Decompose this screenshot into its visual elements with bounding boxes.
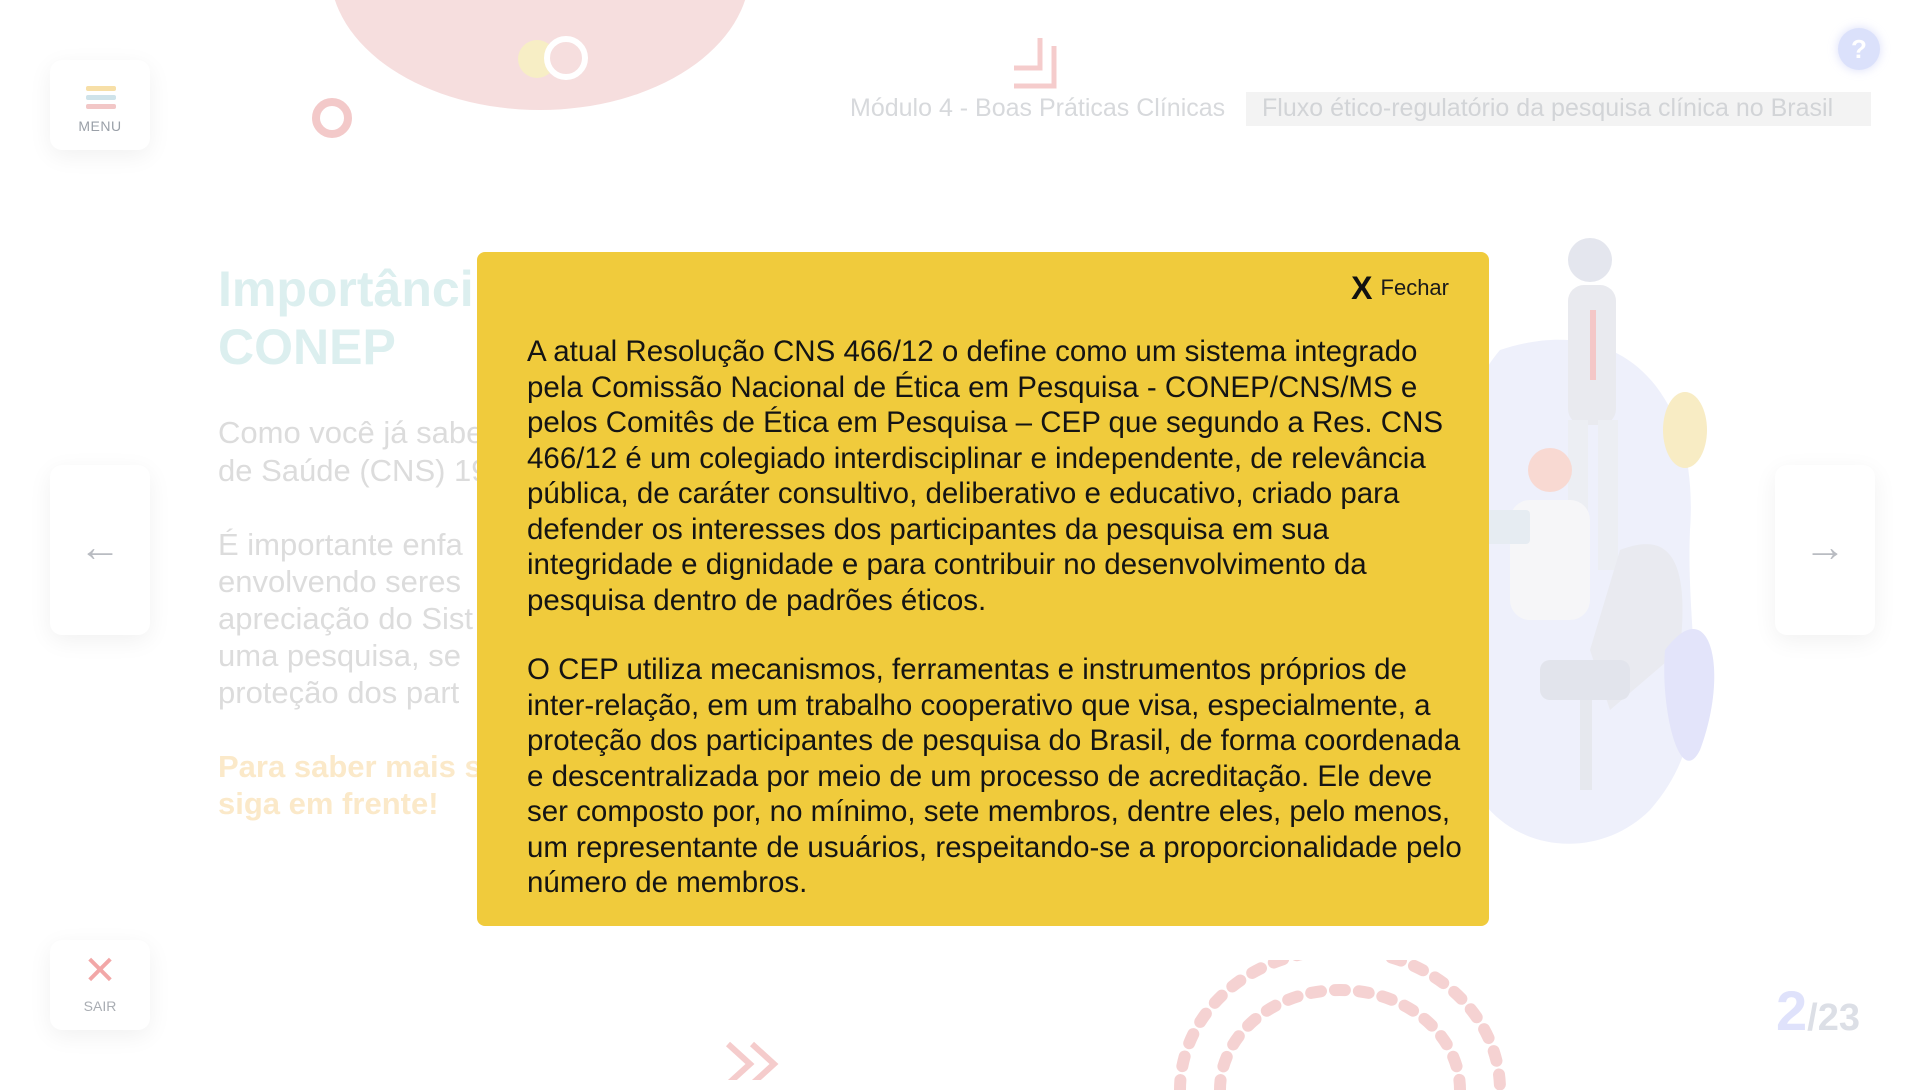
previous-button[interactable]: ←	[50, 465, 150, 635]
menu-button[interactable]: MENU	[50, 60, 150, 150]
topic-title: Fluxo ético-regulatório da pesquisa clín…	[1262, 94, 1834, 122]
decorative-chevrons	[725, 1041, 779, 1080]
content-cta: Para saber mais s siga em frente!	[218, 749, 482, 821]
close-button[interactable]: X Fechar	[1351, 272, 1449, 304]
arrow-left-icon: ←	[79, 523, 121, 570]
current-page: 2	[1776, 979, 1808, 1042]
decorative-dotted-arcs	[1174, 960, 1506, 1090]
page-title: Importânci CONEP	[218, 261, 474, 375]
decorative-dot-ring	[544, 36, 588, 80]
modal-paragraph-1: A atual Resolução CNS 466/12 o define co…	[527, 335, 1444, 617]
close-x-icon: ✕	[83, 949, 117, 993]
menu-icon	[86, 86, 116, 113]
help-button[interactable]: ?	[1838, 28, 1880, 70]
menu-label: MENU	[78, 118, 122, 134]
module-title: Módulo 4 - Boas Práticas Clínicas	[850, 94, 1226, 122]
close-icon: X	[1351, 270, 1373, 306]
next-button[interactable]: →	[1775, 465, 1875, 635]
content-paragraph-2: É importante enfa envolvendo seres aprec…	[218, 527, 474, 710]
decorative-bracket	[1014, 38, 1057, 89]
close-label: Fechar	[1380, 275, 1449, 300]
decorative-ring	[312, 98, 352, 138]
page-counter: 2/23	[1776, 978, 1860, 1043]
arrow-right-icon: →	[1804, 523, 1846, 570]
info-modal: X Fechar A atual Resolução CNS 466/12 o …	[477, 252, 1489, 926]
content-paragraph-1: Como você já sabe de Saúde (CNS) 19	[218, 415, 489, 488]
exit-label: SAIR	[83, 998, 117, 1014]
total-pages: /23	[1807, 997, 1860, 1039]
modal-paragraph-2: O CEP utiliza mecanismos, ferramentas e …	[527, 653, 1462, 899]
exit-button[interactable]: ✕ SAIR	[50, 940, 150, 1030]
